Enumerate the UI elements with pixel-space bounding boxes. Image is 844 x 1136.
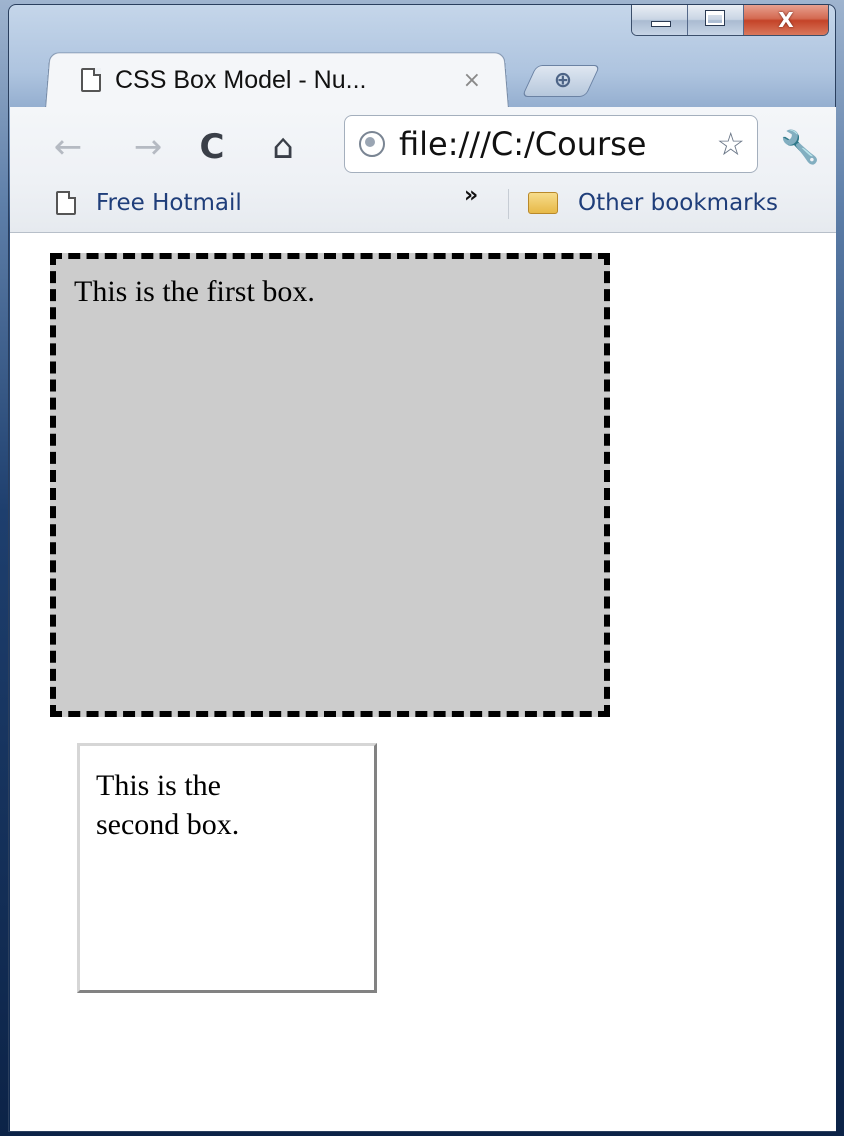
tab-close-icon[interactable]: × xyxy=(463,68,481,93)
tab-css-box-model[interactable]: CSS Box Model - Nu... × xyxy=(45,51,509,109)
reload-icon[interactable]: C xyxy=(192,127,232,167)
second-box: This is the second box. xyxy=(77,743,377,993)
back-arrow-icon[interactable]: ← xyxy=(48,127,88,167)
bookmark-star-icon[interactable]: ☆ xyxy=(716,124,745,164)
close-icon: X xyxy=(778,8,794,32)
folder-icon xyxy=(528,192,558,214)
minimize-icon xyxy=(651,21,671,27)
wrench-icon[interactable]: 🔧 xyxy=(778,127,822,167)
browser-window: X CSS Box Model - Nu... × ⊕ ← → C ⌂ file… xyxy=(8,4,836,1132)
new-tab-icon: ⊕ xyxy=(553,68,573,93)
first-box: This is the first box. xyxy=(50,253,610,717)
close-window-button[interactable]: X xyxy=(744,5,828,35)
bookmark-free-hotmail[interactable]: Free Hotmail xyxy=(56,185,242,221)
maximize-icon xyxy=(705,10,725,26)
bookmark-other-bookmarks[interactable]: Other bookmarks xyxy=(528,185,778,221)
home-icon[interactable]: ⌂ xyxy=(260,127,306,167)
bookmarks-overflow-icon[interactable]: » xyxy=(464,183,478,208)
address-bar[interactable]: file:///C:/Course ☆ xyxy=(344,115,758,173)
bookmark-label: Other bookmarks xyxy=(578,190,778,216)
bookmarks-bar: Free Hotmail » Other bookmarks xyxy=(10,179,836,229)
page-icon xyxy=(81,68,101,92)
page-icon xyxy=(56,191,76,215)
forward-arrow-icon[interactable]: → xyxy=(128,127,168,167)
url-text[interactable]: file:///C:/Course xyxy=(399,122,697,166)
second-box-text: This is the second box. xyxy=(96,769,240,841)
maximize-button[interactable] xyxy=(688,5,744,35)
window-caption-buttons: X xyxy=(631,5,829,36)
toolbar: ← → C ⌂ file:///C:/Course ☆ 🔧 Free Hotma… xyxy=(10,107,836,233)
bookmarks-separator xyxy=(508,189,509,219)
page-viewport: This is the first box. This is the secon… xyxy=(10,233,836,1131)
tab-title: CSS Box Model - Nu... xyxy=(115,65,367,94)
bookmark-label: Free Hotmail xyxy=(96,190,242,216)
globe-icon xyxy=(359,131,385,157)
minimize-button[interactable] xyxy=(632,5,688,35)
first-box-text: This is the first box. xyxy=(74,275,315,308)
